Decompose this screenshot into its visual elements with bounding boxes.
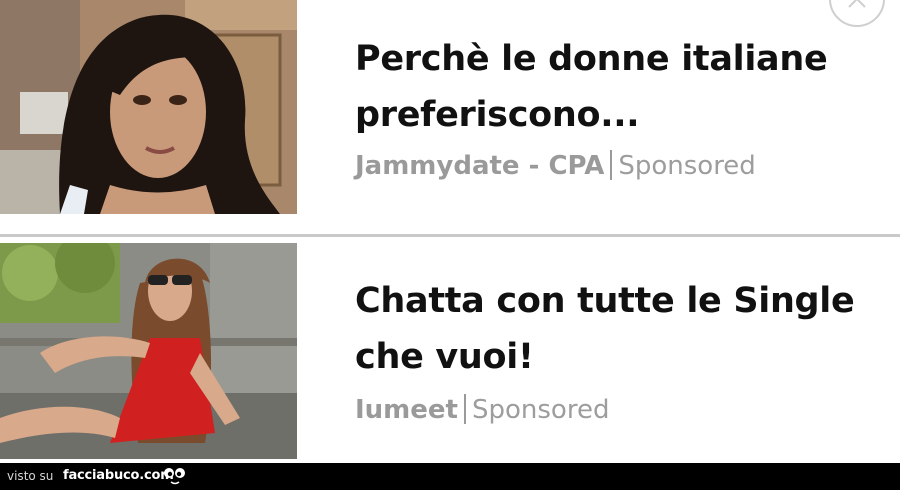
- ad-headline-2[interactable]: Chatta con tutte le Single che vuoi!: [355, 273, 875, 385]
- sponsored-label-2: Sponsored: [471, 395, 610, 425]
- watermark-site: facciabuco.com: [63, 468, 174, 483]
- ad-divider: [0, 234, 900, 237]
- watermark-prefix: visto su: [7, 469, 54, 483]
- ad-source-2[interactable]: Iumeet: [355, 395, 458, 425]
- ad-card-1[interactable]: Perchè le donne italiane preferiscono...…: [0, 0, 900, 214]
- meta-divider: [610, 150, 613, 180]
- ad-card-2[interactable]: Chatta con tutte le Single che vuoi! Ium…: [0, 243, 900, 459]
- ad-thumbnail-1[interactable]: [0, 0, 297, 214]
- close-ad-button[interactable]: [829, 0, 885, 27]
- sponsored-label-1: Sponsored: [618, 151, 756, 181]
- meta-divider: [463, 394, 466, 424]
- close-icon: [848, 0, 866, 8]
- ad-source-1[interactable]: Jammydate - CPA: [355, 151, 604, 181]
- ad-thumbnail-2[interactable]: [0, 243, 297, 459]
- ad-meta-1: Jammydate - CPA Sponsored: [355, 149, 756, 183]
- watermark-footer: visto su facciabuco.com: [0, 463, 900, 490]
- ad-headline-1[interactable]: Perchè le donne italiane preferiscono...: [355, 31, 875, 143]
- eyes-logo-icon: [164, 468, 185, 485]
- ad-meta-2: Iumeet Sponsored: [355, 393, 609, 427]
